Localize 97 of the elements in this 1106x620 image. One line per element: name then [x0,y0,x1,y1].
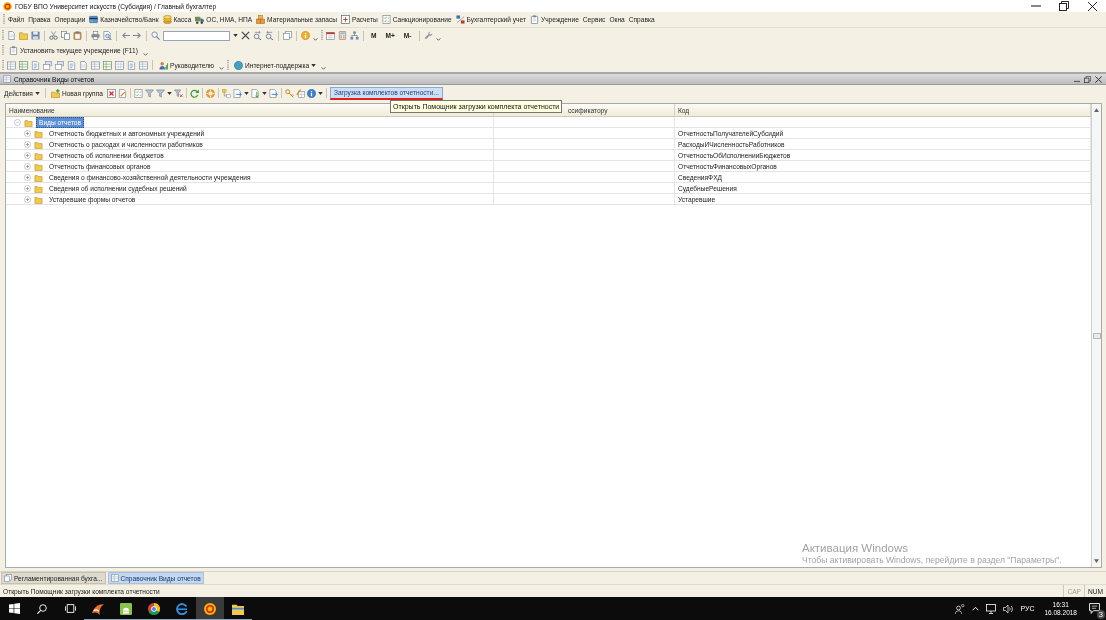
swirl-icon [92,602,104,615]
arrow-right-icon[interactable] [133,31,142,40]
document-icon[interactable] [67,60,76,70]
chevron-down-icon[interactable] [313,38,318,41]
chevron-down-icon[interactable] [219,67,224,70]
page-icon[interactable] [7,31,16,40]
expand-icon[interactable] [24,196,31,203]
pages-icon [4,574,12,582]
restore-icon[interactable] [1059,1,1069,11]
coins-icon [162,15,172,24]
table-icon[interactable] [91,60,100,70]
clipboard-icon [530,15,539,24]
calendar-icon[interactable] [326,31,335,40]
expand-icon[interactable] [24,141,31,148]
org-chart-icon[interactable] [350,31,359,40]
card-icon [89,15,99,24]
expand-icon[interactable] [24,185,31,192]
pages-icon[interactable] [283,31,292,40]
copy-icon[interactable] [61,31,70,40]
scrollbar[interactable] [1091,104,1101,567]
expand-icon[interactable] [24,152,31,159]
task-view-icon[interactable] [64,603,76,614]
document-icon[interactable] [31,60,40,70]
speaker-icon[interactable] [1003,603,1014,614]
stack-icon[interactable] [55,60,64,70]
search-icon[interactable] [37,603,47,614]
disc-icon [204,602,216,615]
key-icon[interactable] [284,88,294,98]
caret-icon[interactable] [243,91,249,95]
people-icon[interactable] [955,603,966,614]
arrow-left-icon[interactable] [121,31,130,40]
clipboard-icon [9,46,18,55]
document-icon[interactable] [127,60,136,70]
caret-icon [34,91,40,95]
scroll-down-icon[interactable] [1094,559,1099,563]
chevron-down-icon[interactable] [321,67,327,70]
spreadsheet-icon[interactable] [19,60,28,70]
folder-plus-icon [50,88,60,98]
caret-icon[interactable] [261,91,267,95]
close-icon[interactable] [1087,1,1097,11]
lifebuoy-icon[interactable] [205,88,215,98]
message-icon[interactable] [1089,603,1100,614]
chevron-down-icon[interactable] [435,38,441,41]
page-magnifier-icon[interactable] [103,31,112,40]
table-icon[interactable] [7,60,16,70]
scroll-up-icon[interactable] [1094,108,1099,112]
table-icon [110,574,119,582]
table-icon [3,75,11,83]
restore-icon[interactable] [1084,75,1091,83]
stack-icon[interactable] [43,60,52,70]
caret-icon[interactable] [317,91,323,95]
scroll-thumb[interactable] [1092,332,1101,339]
calculator-icon[interactable] [338,31,347,40]
page-pencil-icon[interactable] [117,88,127,98]
spreadsheet-icon[interactable] [103,60,112,70]
table-icon[interactable] [139,60,148,70]
ring-icon [176,602,188,615]
info-icon[interactable] [301,31,310,40]
activation-text: Чтобы активировать Windows, перейдите в раздел "Параметры". [802,555,1062,565]
delete-icon[interactable] [106,88,116,98]
globe-icon [234,60,243,70]
scissors-icon[interactable] [49,31,58,40]
pen-table-icon[interactable] [295,88,305,98]
page-icon[interactable] [79,60,88,70]
truck-icon [195,15,205,24]
chevron-down-icon[interactable] [142,53,148,56]
expand-icon[interactable] [24,174,31,181]
refresh-icon[interactable] [189,88,199,98]
tile-icon [120,602,132,615]
clear-icon[interactable] [241,31,250,40]
wrench-icon[interactable] [423,31,433,40]
close-icon[interactable] [1095,75,1102,83]
checklist-icon[interactable] [133,88,143,98]
taskbar-button[interactable] [196,597,224,620]
expand-icon[interactable] [24,163,31,170]
search-field[interactable] [163,30,230,41]
plus-box-icon [340,15,350,24]
printer-icon[interactable] [91,31,100,40]
boxes-icon [256,15,266,24]
start-icon[interactable] [8,603,20,614]
disc-icon [3,1,12,11]
two-squares-icon [455,15,465,24]
monitor-icon[interactable] [986,603,997,614]
folder-icon[interactable] [19,31,28,40]
checklist-icon [381,15,391,24]
activation-title: Активация Windows [802,542,909,555]
caret-icon[interactable] [233,34,238,37]
expand-icon[interactable] [24,130,31,137]
caret-icon[interactable] [166,91,172,95]
segmented-circle-icon [148,602,160,615]
tree-icon[interactable] [221,88,231,98]
person-chart-icon [159,60,168,70]
clipboard-icon[interactable] [73,31,82,40]
chevron-up-icon[interactable] [972,606,980,611]
folder-icon [232,602,244,615]
grid-icon[interactable] [115,60,124,70]
info-icon[interactable] [306,88,316,98]
